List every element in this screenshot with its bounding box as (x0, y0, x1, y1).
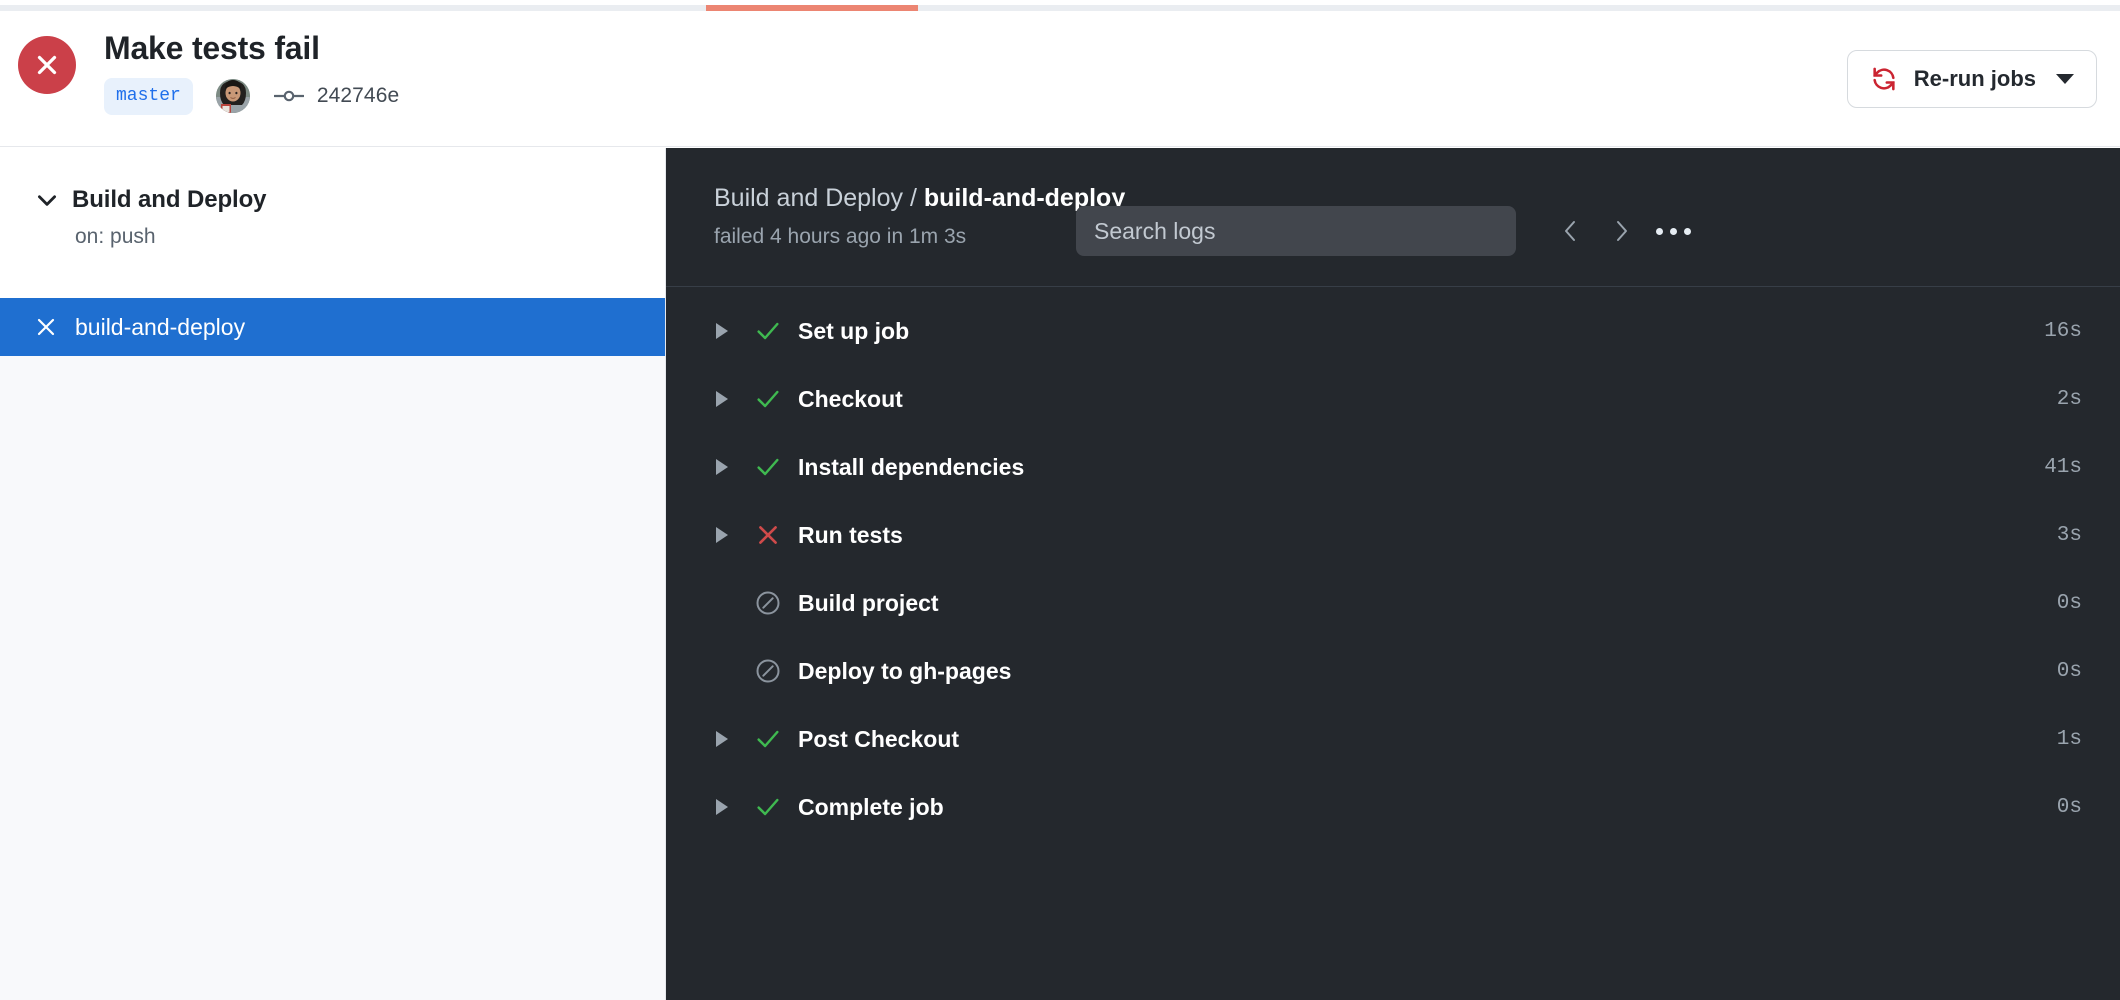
check-icon (754, 453, 782, 481)
log-step-duration: 0s (2056, 591, 2082, 615)
triangle-right-icon[interactable] (711, 388, 733, 410)
rerun-jobs-label: Re-run jobs (1913, 66, 2036, 91)
x-icon (34, 315, 68, 339)
avatar[interactable] (215, 79, 250, 113)
branch-badge[interactable]: master (104, 77, 193, 115)
log-step-row[interactable]: Complete job 0s (666, 773, 2120, 841)
log-step-row[interactable]: Post Checkout 1s (666, 705, 2120, 773)
check-icon (754, 385, 782, 413)
workflow-trigger: on: push (75, 225, 156, 248)
jobs-sidebar: Build and Deploy on: push build-and-depl… (0, 148, 666, 1000)
page-title: Make tests fail (104, 30, 320, 66)
triangle-down-icon (2056, 73, 2074, 85)
check-icon (754, 725, 782, 753)
log-step-duration: 41s (2044, 455, 2082, 479)
log-step-name: Build project (798, 589, 939, 616)
workflow-run-page: Make tests fail master 242746e Re-run jo… (0, 0, 2120, 1000)
log-step-row[interactable]: Install dependencies 41s (666, 433, 2120, 501)
log-step-row[interactable]: Checkout 2s (666, 365, 2120, 433)
x-icon (754, 521, 782, 549)
breadcrumb-workflow: Build and Deploy / (714, 184, 924, 212)
log-step-name: Set up job (798, 317, 910, 344)
log-step-row[interactable]: Build project 0s (666, 569, 2120, 637)
progress-fill (706, 5, 918, 11)
run-header-text: Make tests fail master 242746e (104, 28, 399, 115)
check-icon (754, 793, 782, 821)
log-step-duration: 1s (2056, 727, 2082, 751)
skipped-circle-slash-icon (754, 657, 782, 685)
kebab-horizontal-icon[interactable] (1651, 214, 1695, 248)
triangle-right-icon[interactable] (711, 320, 733, 342)
run-meta-row: master 242746e (104, 77, 399, 115)
chevron-right-icon[interactable] (1604, 214, 1638, 248)
triangle-right-icon[interactable] (711, 456, 733, 478)
log-step-row[interactable]: Run tests 3s (666, 501, 2120, 569)
check-icon (754, 317, 782, 345)
log-step-name: Checkout (798, 385, 903, 412)
log-step-name: Run tests (798, 521, 903, 548)
workflow-title-row: Build and Deploy (0, 186, 665, 214)
triangle-right-icon[interactable] (711, 796, 733, 818)
workflow-name: Build and Deploy (72, 186, 267, 213)
commit-sha[interactable]: 242746e (317, 84, 399, 108)
git-commit-icon (273, 87, 304, 105)
top-progress-strip (0, 0, 2120, 16)
search-input[interactable] (1076, 206, 1516, 256)
rerun-jobs-button[interactable]: Re-run jobs (1846, 50, 2097, 108)
triangle-right-icon[interactable] (711, 524, 733, 546)
workflow-header[interactable]: Build and Deploy on: push (0, 148, 665, 298)
log-step-row[interactable]: Set up job 16s (666, 297, 2120, 365)
log-panel: Build and Deploy / build-and-deploy fail… (666, 148, 2120, 1000)
progress-track (0, 5, 2120, 11)
sidebar-item-label: build-and-deploy (75, 313, 246, 340)
sidebar-item-build-and-deploy[interactable]: build-and-deploy (0, 298, 665, 356)
log-step-name: Install dependencies (798, 453, 1025, 480)
log-step-row[interactable]: Deploy to gh-pages 0s (666, 637, 2120, 705)
skipped-circle-slash-icon (754, 589, 782, 617)
run-header: Make tests fail master 242746e Re-run jo… (0, 16, 2120, 147)
triangle-right-icon[interactable] (711, 728, 733, 750)
log-step-name: Post Checkout (798, 725, 960, 752)
log-step-name: Complete job (798, 793, 944, 820)
sync-refresh-icon (1870, 65, 1898, 93)
log-step-duration: 16s (2044, 319, 2082, 343)
log-step-duration: 2s (2056, 387, 2082, 411)
breadcrumb: Build and Deploy / build-and-deploy (714, 184, 1125, 213)
chevron-down-icon[interactable] (34, 187, 68, 213)
log-step-duration: 0s (2056, 659, 2082, 683)
log-panel-header: Build and Deploy / build-and-deploy fail… (666, 148, 2120, 287)
log-step-duration: 3s (2056, 523, 2082, 547)
chevron-left-icon[interactable] (1554, 214, 1588, 248)
log-step-name: Deploy to gh-pages (798, 657, 1012, 684)
x-circle-icon (18, 36, 76, 94)
run-header-left: Make tests fail master 242746e (18, 28, 399, 115)
job-status-summary: failed 4 hours ago in 1m 3s (714, 225, 967, 248)
log-step-duration: 0s (2056, 795, 2082, 819)
log-steps-list: Set up job 16s Checkout 2s Install dependenc… (666, 287, 2120, 841)
